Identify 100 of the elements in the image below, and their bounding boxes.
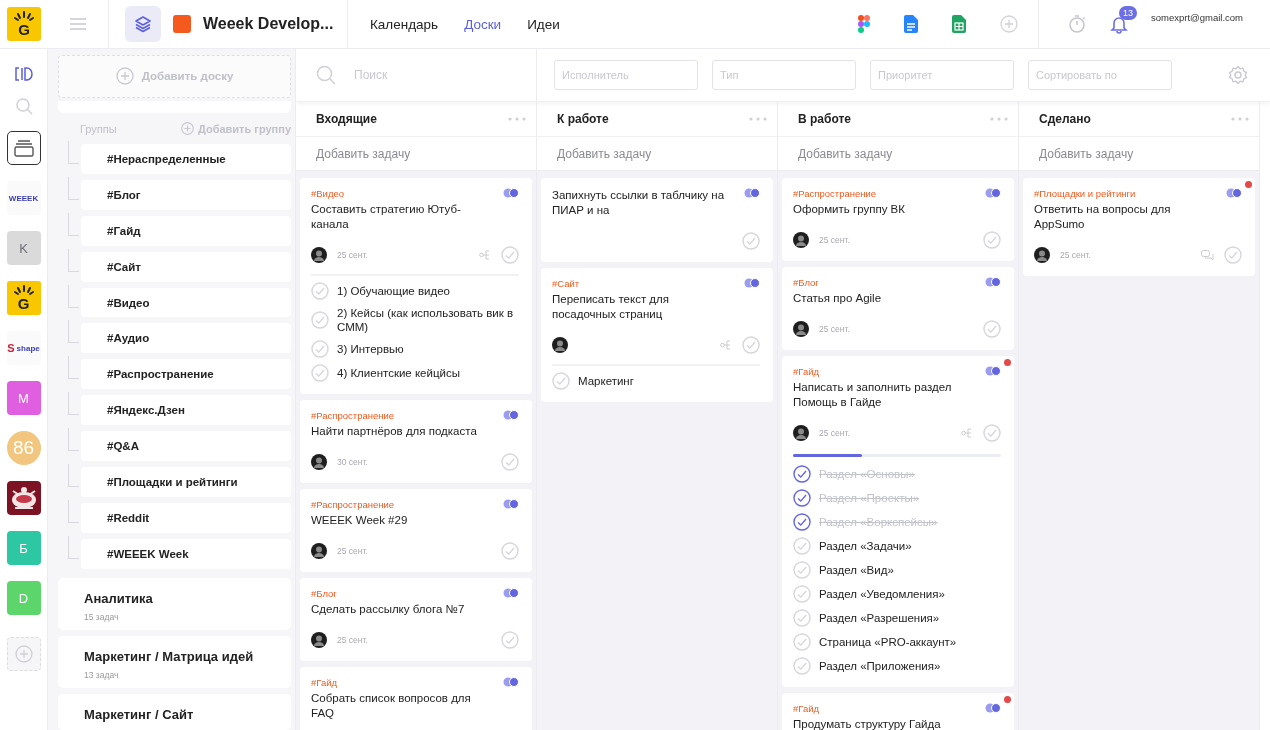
subtask-label: Маркетинг <box>578 374 634 388</box>
group-item[interactable]: #Q&A <box>81 431 291 462</box>
group-item[interactable]: #Сайт <box>81 251 291 282</box>
task-card[interactable]: Запихнуть ссылки в таблчику на ПИАР и на <box>541 178 773 262</box>
more-icon[interactable] <box>749 117 767 121</box>
timer-icon[interactable] <box>1067 14 1087 34</box>
more-icon[interactable] <box>990 117 1008 121</box>
group-item[interactable]: #Нераспределенные <box>81 143 291 174</box>
task-tag: #Сайт <box>552 278 736 289</box>
group-item[interactable]: #Аудио <box>81 323 291 354</box>
group-item[interactable]: #Распространение <box>81 359 291 390</box>
task-tag: #Гайд <box>793 703 941 714</box>
task-count: 15 задач <box>84 611 120 622</box>
task-card[interactable]: #Блог Сделать рассылку блога №7 25 сент. <box>300 578 532 661</box>
subtask-label: Раздел «Основы» <box>819 467 915 481</box>
complete-icon[interactable] <box>742 232 760 250</box>
add-icon[interactable] <box>1000 15 1018 33</box>
complete-icon[interactable] <box>983 231 1001 249</box>
group-item[interactable]: #Площадки и рейтинги <box>81 467 291 498</box>
document-icon[interactable] <box>904 15 918 33</box>
task-tag: #Блог <box>311 588 465 599</box>
bell-icon[interactable] <box>1109 14 1129 34</box>
priority-icon[interactable] <box>985 277 1001 287</box>
project-title: Weeek Develop... <box>203 15 334 33</box>
workspace-button[interactable]: G <box>6 281 41 315</box>
group-item[interactable]: #Гайд <box>81 215 291 246</box>
workspace-button[interactable] <box>6 131 41 165</box>
complete-icon[interactable] <box>501 246 519 264</box>
tree-line <box>68 392 79 416</box>
priority-icon[interactable] <box>503 188 519 198</box>
spreadsheet-icon[interactable] <box>952 15 966 33</box>
subtask-label: Страница «PRO-аккаунт» <box>819 635 957 649</box>
workspace-switch-button[interactable] <box>125 6 161 42</box>
nav-tab[interactable]: Календарь <box>370 16 439 32</box>
priority-icon[interactable] <box>744 188 760 198</box>
priority-icon[interactable] <box>503 677 519 687</box>
task-card[interactable]: #Гайд Собрать список вопросов для FAQ <box>300 667 532 730</box>
task-card[interactable]: #Гайд Продумать структуру Гайда <box>782 693 1014 730</box>
complete-icon[interactable] <box>983 320 1001 338</box>
subtask-label: Раздел «Уведомления» <box>819 587 945 601</box>
group-item[interactable]: #Блог <box>81 179 291 210</box>
subtask-label: Раздел «Проекты» <box>819 491 920 505</box>
settings-icon[interactable] <box>1228 65 1248 85</box>
priority-icon[interactable] <box>985 188 1001 198</box>
board-item[interactable]: Маркетинг / Матрица идей 13 задач <box>58 635 291 688</box>
task-tag: #Блог <box>793 277 882 288</box>
task-card[interactable]: #Видео Составить стратегию Ютуб-канала 25 сент. 1) Обучающие видео 2) Кейсы (как использовать вик в СММ) 3) Интервью 4) Клиентские кейцйсы <box>300 178 532 394</box>
task-card[interactable]: #Блог Статья про Agile 25 сент. <box>782 267 1014 350</box>
priority-icon[interactable] <box>1226 188 1242 198</box>
complete-icon[interactable] <box>1224 246 1242 264</box>
task-card[interactable] <box>782 356 1014 687</box>
priority-icon[interactable] <box>985 703 1001 713</box>
search-icon[interactable] <box>316 65 336 85</box>
group-item[interactable]: #Яндекс.Дзен <box>81 395 291 426</box>
subtasks-icon[interactable] <box>720 339 732 351</box>
more-icon[interactable] <box>1231 117 1249 121</box>
group-item[interactable]: #WEEEK Week <box>81 539 291 569</box>
task-card[interactable]: #Площадки и рейтинги Ответить на вопросы для AppSumo 25 сент. <box>1023 178 1255 276</box>
task-card[interactable]: #Сайт Переписать текст для посадочных страниц Маркетинг <box>541 268 773 402</box>
nav-tab[interactable]: Доски <box>464 16 502 32</box>
subtask-label: 2) Кейсы (как использовать вик в СММ) <box>337 306 515 334</box>
due-date: 25 сент. <box>819 324 850 334</box>
comment-icon[interactable] <box>1201 249 1214 261</box>
more-icon[interactable] <box>508 117 526 121</box>
board-item[interactable]: Аналитика 15 задач <box>58 577 291 630</box>
subtasks-icon[interactable] <box>479 249 491 261</box>
checkbox-icon[interactable] <box>793 489 811 507</box>
priority-icon[interactable] <box>985 366 1001 376</box>
nav-tab[interactable]: Идеи <box>527 16 560 32</box>
add-workspace-button[interactable] <box>6 637 41 671</box>
task-card[interactable]: #Распространение WEEEK Week #29 25 сент. <box>300 489 532 572</box>
complete-icon[interactable] <box>501 453 519 471</box>
task-card[interactable]: #Распространение Найти партнёров для подкаста 30 сент. <box>300 400 532 483</box>
group-item[interactable]: #Reddit <box>81 503 291 533</box>
workspace-button[interactable]: WEEEK <box>6 181 41 215</box>
task-card[interactable]: #Распространение Оформить группу ВК 25 сент. <box>782 178 1014 261</box>
group-item[interactable]: #Видео <box>81 287 291 318</box>
subtask-label: 1) Обучающие видео <box>337 284 450 298</box>
due-date: 25 сент. <box>337 546 368 556</box>
add-icon <box>181 122 194 136</box>
complete-icon[interactable] <box>983 424 1001 442</box>
checkbox-icon[interactable] <box>793 465 811 483</box>
workspace-button[interactable]: K <box>6 231 41 265</box>
complete-icon[interactable] <box>501 542 519 560</box>
complete-icon[interactable] <box>742 336 760 354</box>
board-item[interactable]: Маркетинг / Сайт <box>58 693 291 730</box>
figma-icon[interactable] <box>858 15 870 33</box>
menu-icon[interactable] <box>69 17 87 31</box>
notification-badge: 13 <box>1119 6 1137 20</box>
checkbox-icon[interactable] <box>793 513 811 531</box>
priority-icon[interactable] <box>503 588 519 598</box>
priority-icon[interactable] <box>744 278 760 288</box>
complete-icon[interactable] <box>501 631 519 649</box>
due-date: 25 сент. <box>819 428 850 438</box>
subtasks-icon[interactable] <box>961 427 973 439</box>
workspace-button[interactable]: S shape <box>6 331 41 365</box>
board-view-icon[interactable] <box>14 67 33 81</box>
priority-icon[interactable] <box>503 499 519 509</box>
search-icon[interactable] <box>14 97 33 115</box>
priority-icon[interactable] <box>503 410 519 420</box>
